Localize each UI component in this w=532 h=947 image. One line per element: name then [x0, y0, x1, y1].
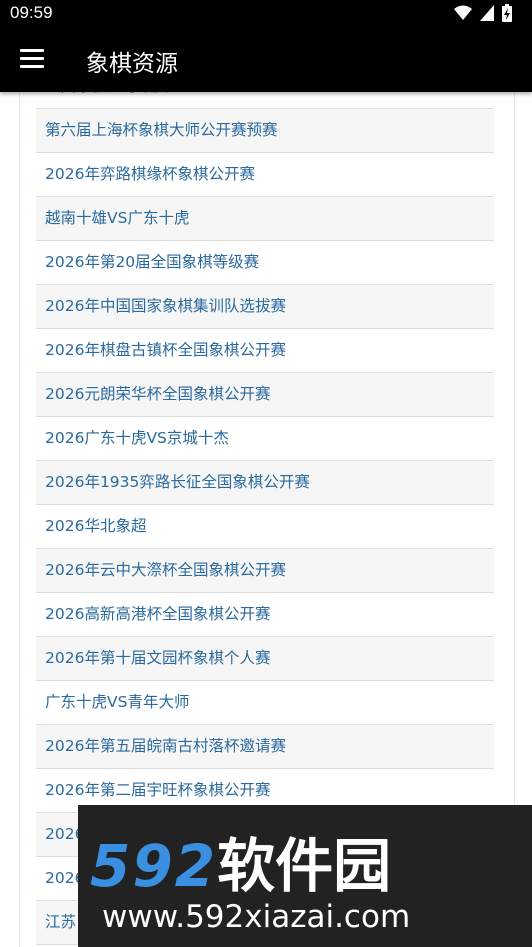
list-item-link[interactable]: 广东十虎VS青年大师 — [45, 693, 189, 711]
list-item[interactable]: 2026年第五届皖南古村落杯邀请赛 — [36, 725, 494, 769]
list-item-link[interactable]: 2026广东十虎VS京城十杰 — [45, 429, 229, 447]
list-item-link[interactable]: 2026年云中大漈杯全国象棋公开赛 — [45, 561, 286, 579]
list-item[interactable]: 2026年云中大漈杯全国象棋公开赛 — [36, 549, 494, 593]
list-item[interactable]: 2026高新高港杯全国象棋公开赛 — [36, 593, 494, 637]
list-item[interactable]: 2026年第20届全国象棋等级赛 — [36, 241, 494, 285]
watermark-url: www.592xiazai.com — [102, 899, 411, 935]
list-item[interactable]: 2026年弈路棋缘杯象棋公开赛 — [36, 153, 494, 197]
list-item[interactable]: 第六届上海杯象棋大师公开赛预赛 — [36, 109, 494, 153]
list-item-link[interactable]: 2026高新高港杯全国象棋公开赛 — [45, 605, 270, 623]
list-item-link[interactable]: 2026年第20届全国象棋等级赛 — [45, 253, 259, 271]
status-bar: 09:59 — [0, 0, 532, 26]
list-item-link[interactable]: 越南十雄VS广东十虎 — [45, 209, 189, 227]
watermark-logo: 592软件园 — [90, 832, 392, 900]
list-item-link[interactable]: 2026年弈路棋缘杯象棋公开赛 — [45, 165, 255, 183]
status-time: 09:59 — [10, 3, 53, 22]
list-item[interactable]: 2026年中国国家象棋集训队选拔赛 — [36, 285, 494, 329]
list-item[interactable]: 2026年第十届文园杯象棋个人赛 — [36, 637, 494, 681]
list-item[interactable]: 2026年1935弈路长征全国象棋公开赛 — [36, 461, 494, 505]
list-item[interactable]: 广东十虎VS青年大师 — [36, 681, 494, 725]
list-item-link[interactable]: 2026年棋盘古镇杯全国象棋公开赛 — [45, 341, 286, 359]
list-item-link[interactable]: 全国象棋…等级赛… — [45, 92, 185, 95]
menu-icon[interactable] — [20, 49, 44, 69]
list-item-link[interactable]: 2026年第十届文园杯象棋个人赛 — [45, 649, 270, 667]
list-item-link[interactable]: 第六届上海杯象棋大师公开赛预赛 — [45, 121, 278, 139]
list-item-link[interactable]: 2026年1935弈路长征全国象棋公开赛 — [45, 473, 310, 491]
list-item[interactable]: 全国象棋…等级赛… — [36, 92, 494, 109]
battery-charging-icon — [502, 4, 512, 22]
signal-icon — [480, 5, 494, 21]
list-item[interactable]: 2026华北象超 — [36, 505, 494, 549]
list-item-link[interactable]: 2026年中国国家象棋集训队选拔赛 — [45, 297, 286, 315]
list-item-link[interactable]: 2026年第二届宇旺杯象棋公开赛 — [45, 781, 270, 799]
list-item-link[interactable]: 江苏 — [45, 913, 76, 931]
list-item[interactable]: 2026元朗荣华杯全国象棋公开赛 — [36, 373, 494, 417]
page-title: 象棋资源 — [86, 51, 178, 77]
list-item-link[interactable]: 2026元朗荣华杯全国象棋公开赛 — [45, 385, 270, 403]
list-item-link[interactable]: 2026年第五届皖南古村落杯邀请赛 — [45, 737, 286, 755]
watermark: 592软件园 www.592xiazai.com — [78, 805, 532, 947]
list-item[interactable]: 2026广东十虎VS京城十杰 — [36, 417, 494, 461]
status-icons — [454, 4, 512, 22]
wifi-icon — [454, 5, 472, 20]
list-item-link[interactable]: 2026华北象超 — [45, 517, 146, 535]
app-bar: 象棋资源 — [0, 26, 532, 92]
list-item[interactable]: 2026年棋盘古镇杯全国象棋公开赛 — [36, 329, 494, 373]
list-item[interactable]: 越南十雄VS广东十虎 — [36, 197, 494, 241]
